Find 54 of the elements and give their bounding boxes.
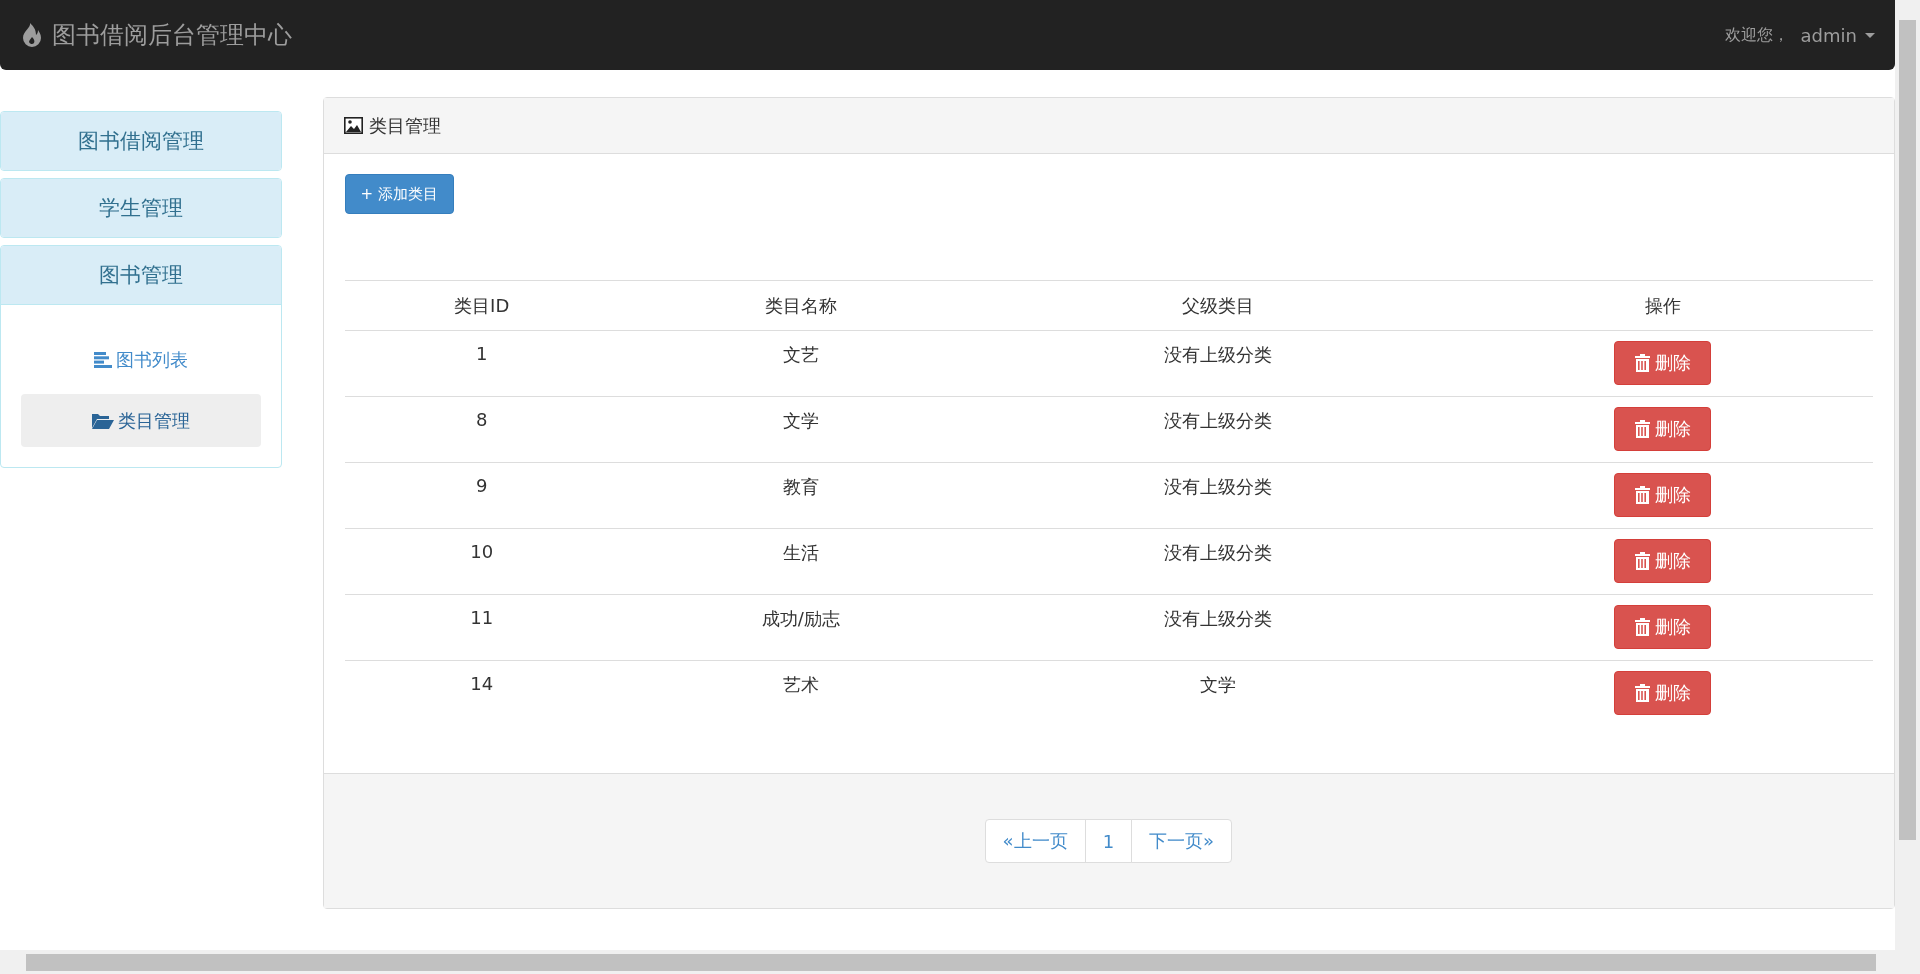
trash-icon: [1634, 420, 1650, 438]
trash-icon: [1634, 684, 1650, 702]
horizontal-scrollbar[interactable]: [0, 950, 1920, 974]
column-header: 类目ID: [344, 280, 619, 331]
panel-title: 类目管理: [368, 113, 441, 138]
column-header: 父级类目: [982, 280, 1453, 331]
vertical-scrollbar[interactable]: [1895, 0, 1920, 950]
trash-icon: [1634, 618, 1650, 636]
pagination-link[interactable]: 1: [1084, 819, 1133, 863]
delete-button[interactable]: 删除: [1614, 539, 1712, 583]
trash-icon: [1634, 552, 1650, 570]
table-cell: 11: [344, 594, 619, 661]
user-menu[interactable]: admin: [1800, 24, 1875, 46]
table-cell: 成功/励志: [618, 594, 983, 661]
table-cell: 14: [344, 660, 619, 727]
table-cell: 文学: [618, 396, 983, 463]
folder-icon: [91, 412, 114, 429]
sidebar-panel-header[interactable]: 学生管理: [1, 179, 281, 237]
table-cell: 8: [344, 396, 619, 463]
table-cell: 没有上级分类: [982, 594, 1453, 661]
caret-icon: [1865, 32, 1875, 38]
table-cell: 1: [344, 330, 619, 397]
table-cell: 文艺: [618, 330, 983, 397]
delete-button[interactable]: 删除: [1614, 407, 1712, 451]
table-cell: 10: [344, 528, 619, 595]
table-cell: 没有上级分类: [982, 528, 1453, 595]
table-cell: 9: [344, 462, 619, 529]
pagination-link[interactable]: «上一页: [984, 819, 1086, 863]
delete-button[interactable]: 删除: [1614, 671, 1712, 715]
sidebar-item[interactable]: 图书列表: [21, 333, 261, 386]
welcome-text: 欢迎您，: [1724, 24, 1789, 46]
table-cell: 文学: [982, 660, 1453, 727]
table-cell: 艺术: [618, 660, 983, 727]
sidebar-panel-header[interactable]: 图书管理: [1, 246, 281, 304]
pagination-link[interactable]: 下一页»: [1131, 819, 1233, 863]
sidebar-panel-header[interactable]: 图书借阅管理: [1, 112, 281, 170]
delete-button[interactable]: 删除: [1614, 473, 1712, 517]
delete-button[interactable]: 删除: [1614, 341, 1712, 385]
delete-button[interactable]: 删除: [1614, 605, 1712, 649]
column-header: 类目名称: [618, 280, 983, 331]
image-icon: [343, 117, 363, 134]
add-category-button[interactable]: + 添加类目: [344, 174, 454, 214]
table-cell: 教育: [618, 462, 983, 529]
trash-icon: [1634, 354, 1650, 372]
trash-icon: [1634, 486, 1650, 504]
table-cell: 没有上级分类: [982, 462, 1453, 529]
table-cell: 没有上级分类: [982, 396, 1453, 463]
table-cell: 没有上级分类: [982, 330, 1453, 397]
sidebar-item[interactable]: 类目管理: [21, 394, 261, 447]
flame-icon: [22, 23, 42, 47]
table-cell: 生活: [618, 528, 983, 595]
list-icon: [93, 351, 112, 368]
column-header: 操作: [1452, 280, 1873, 331]
app-title[interactable]: 图书借阅后台管理中心: [52, 19, 292, 51]
